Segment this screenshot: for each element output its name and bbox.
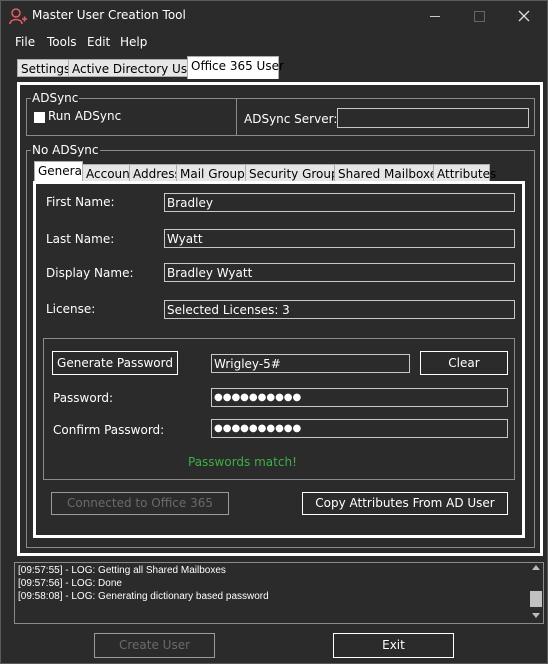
- create-user-button[interactable]: Create User: [94, 633, 215, 658]
- connect-office365-button[interactable]: Connected to Office 365: [51, 492, 229, 515]
- generate-password-button[interactable]: Generate Password: [52, 351, 178, 375]
- clear-label: Clear: [448, 356, 480, 370]
- copy-attributes-button[interactable]: Copy Attributes From AD User: [302, 492, 508, 515]
- first-name-input[interactable]: Bradley: [164, 193, 515, 212]
- tab-shared-mailboxes[interactable]: Shared Mailboxes: [334, 164, 443, 182]
- scroll-thumb[interactable]: [530, 591, 542, 607]
- menu-help[interactable]: Help: [120, 35, 147, 49]
- password-match-status: Passwords match!: [188, 455, 297, 469]
- clear-button[interactable]: Clear: [420, 351, 508, 375]
- password-label: Password:: [53, 391, 114, 405]
- tab-address[interactable]: Address: [129, 164, 181, 182]
- maximize-button[interactable]: [456, 1, 502, 31]
- app-window: Master User Creation Tool File Tools Edi…: [0, 0, 548, 664]
- scroll-up-icon[interactable]: [532, 565, 540, 570]
- run-adsync-label: Run ADSync: [48, 109, 122, 123]
- tab-security-groups[interactable]: Security Groups: [245, 164, 345, 182]
- adsync-group-label: ADSync: [31, 91, 80, 105]
- scroll-down-icon[interactable]: [532, 613, 540, 618]
- exit-label: Exit: [382, 638, 405, 652]
- run-adsync-checkbox[interactable]: [34, 112, 45, 123]
- log-box[interactable]: [09:57:55] - LOG: Getting all Shared Mai…: [14, 562, 544, 624]
- menu-tools[interactable]: Tools: [47, 35, 77, 49]
- display-name-input[interactable]: Bradley Wyatt: [164, 263, 515, 282]
- first-name-label: First Name:: [46, 195, 115, 209]
- tab-active-directory-user[interactable]: Active Directory User: [68, 59, 199, 77]
- tab-account[interactable]: Account: [82, 164, 134, 182]
- password-input[interactable]: ●●●●●●●●●●: [211, 388, 508, 407]
- generate-password-label: Generate Password: [57, 356, 173, 370]
- adsync-divider: [236, 99, 237, 135]
- log-scrollbar[interactable]: [529, 563, 543, 623]
- close-icon: [518, 10, 530, 22]
- generated-password-field[interactable]: Wrigley-5#: [211, 354, 410, 373]
- tab-mail-groups[interactable]: Mail Groups: [176, 164, 251, 182]
- connect-office365-label: Connected to Office 365: [66, 496, 214, 510]
- display-name-label: Display Name:: [46, 266, 134, 280]
- adsync-server-label: ADSync Server:: [244, 112, 338, 126]
- add-user-icon: [9, 8, 27, 25]
- menu-file[interactable]: File: [15, 35, 35, 49]
- log-line: [09:57:56] - LOG: Done: [18, 578, 122, 589]
- minimize-icon: [430, 15, 440, 17]
- confirm-password-label: Confirm Password:: [53, 423, 165, 437]
- license-input[interactable]: Selected Licenses: 3: [164, 300, 515, 319]
- window-title: Master User Creation Tool: [32, 8, 186, 22]
- tab-office-365-user[interactable]: Office 365 User: [187, 56, 284, 79]
- menu-edit[interactable]: Edit: [87, 35, 110, 49]
- title-bar[interactable]: Master User Creation Tool: [1, 1, 547, 31]
- create-user-label: Create User: [118, 638, 191, 652]
- no-adsync-group-label: No ADSync: [31, 143, 100, 157]
- close-button[interactable]: [501, 1, 547, 31]
- tab-settings[interactable]: Settings: [17, 59, 70, 77]
- exit-button[interactable]: Exit: [333, 633, 454, 658]
- maximize-icon: [473, 10, 485, 22]
- copy-attributes-label: Copy Attributes From AD User: [315, 496, 495, 510]
- adsync-server-input[interactable]: [337, 108, 529, 128]
- confirm-password-input[interactable]: ●●●●●●●●●●: [211, 419, 508, 438]
- last-name-label: Last Name:: [46, 232, 115, 246]
- log-line: [09:57:55] - LOG: Getting all Shared Mai…: [18, 565, 226, 576]
- log-line: [09:58:08] - LOG: Generating dictionary …: [18, 591, 269, 602]
- tab-attributes[interactable]: Attributes: [433, 164, 496, 182]
- license-label: License:: [46, 302, 96, 316]
- last-name-input[interactable]: Wyatt: [164, 229, 515, 248]
- minimize-button[interactable]: [412, 1, 458, 31]
